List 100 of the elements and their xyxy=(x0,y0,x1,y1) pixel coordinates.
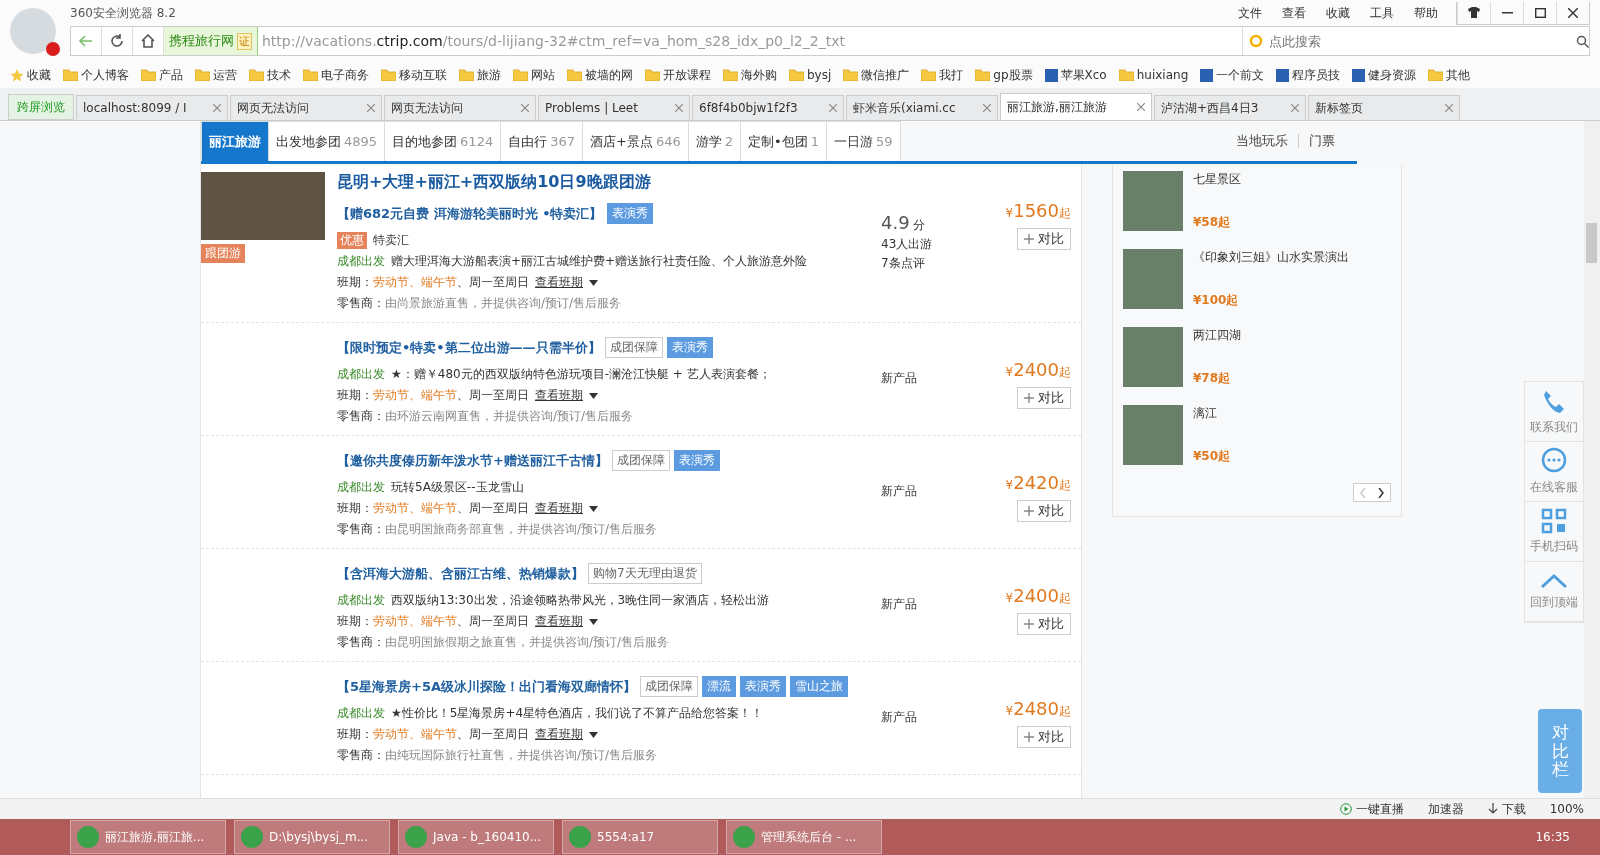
close-icon[interactable] xyxy=(1568,7,1578,18)
product-subtitle[interactable]: 【限时预定•特卖•第二位出游——只需半价】 xyxy=(337,338,601,357)
attraction-name[interactable]: 七星景区 xyxy=(1193,171,1241,188)
bookmark-item[interactable]: 电子商务 xyxy=(321,66,369,84)
caret-icon[interactable] xyxy=(589,618,598,625)
view-schedule-link[interactable]: 查看班期 xyxy=(535,387,583,404)
view-schedule-link[interactable]: 查看班期 xyxy=(535,274,583,291)
maximize-icon[interactable] xyxy=(1534,7,1546,18)
live-button[interactable]: 一键直播 xyxy=(1355,800,1404,818)
tickets-link[interactable]: 门票 xyxy=(1309,132,1335,150)
bookmark-item[interactable]: 个人博客 xyxy=(81,66,129,84)
bookmark-item[interactable]: 程序员技 xyxy=(1292,66,1341,84)
retailer-text: 零售商：由尚景旅游直售，并提供咨询/预订/售后服务 xyxy=(337,295,622,312)
side-tool-button[interactable]: 回到顶端 xyxy=(1525,562,1583,622)
scrollbar[interactable] xyxy=(1584,121,1600,798)
bookmark-item[interactable]: bysj xyxy=(807,68,832,82)
caret-icon[interactable] xyxy=(589,505,598,512)
url-field[interactable]: http://vacations.ctrip.com/tours/d-lijiang-32#ctm_ref=va_hom_s28_idx_p0_l2_2_txt xyxy=(258,33,1242,49)
view-schedule-link[interactable]: 查看班期 xyxy=(535,500,583,517)
bookmark-item[interactable]: 技术 xyxy=(267,66,291,84)
product-title[interactable]: 昆明+大理+丽江+西双版纳10日9晚跟团游 xyxy=(337,172,881,193)
shirt-icon[interactable] xyxy=(1468,7,1480,18)
promo-badge: 优惠 xyxy=(337,232,367,249)
product-subtitle[interactable]: 【含洱海大游船、含丽江古维、热销爆款】 xyxy=(337,564,584,583)
side-tool-button[interactable]: 在线客服 xyxy=(1525,442,1583,502)
bookmark-item[interactable]: 微信推广 xyxy=(861,66,910,84)
bookmark-item[interactable]: 健身资源 xyxy=(1368,66,1417,84)
category-tab[interactable]: 一日游 59 xyxy=(826,121,901,161)
product-subtitle[interactable]: 【邀你共度傣历新年泼水节+赠送丽江千古情】 xyxy=(337,451,608,470)
local-fun-link[interactable]: 当地玩乐 xyxy=(1236,132,1288,150)
minimize-icon[interactable] xyxy=(1501,11,1513,14)
caret-icon[interactable] xyxy=(589,279,598,286)
menu-item[interactable]: 查看 xyxy=(1282,4,1306,22)
compare-button[interactable]: 对比 xyxy=(1017,500,1071,522)
browser-tab[interactable]: 新标签页 xyxy=(1308,95,1460,120)
compare-button[interactable]: 对比 xyxy=(1017,228,1071,250)
bookmark-item[interactable]: 产品 xyxy=(159,66,183,84)
browser-tab[interactable]: 网页无法访问 xyxy=(230,95,382,120)
category-tab[interactable]: 出发地参团 4895 xyxy=(268,121,386,161)
plus-icon xyxy=(1024,619,1034,629)
site-icon xyxy=(1352,68,1366,82)
product-subtitle[interactable]: 【赠682元自费 洱海游轮美丽时光 •特卖汇】 xyxy=(337,204,603,223)
accelerator-button[interactable]: 加速器 xyxy=(1427,800,1464,818)
caret-icon[interactable] xyxy=(589,731,598,738)
side-tool-button[interactable]: 手机扫码 xyxy=(1525,502,1583,562)
download-button[interactable]: 下载 xyxy=(1501,800,1526,818)
side-tool-button[interactable]: 联系我们 xyxy=(1525,382,1583,442)
browser-tab[interactable]: 虾米音乐(xiami.cc xyxy=(846,95,998,120)
category-tab[interactable]: 游学 2 xyxy=(687,121,742,161)
bookmark-item[interactable]: 运营 xyxy=(213,66,237,84)
menu-item[interactable]: 帮助 xyxy=(1414,4,1438,22)
compare-button[interactable]: 对比 xyxy=(1017,387,1071,409)
category-tab[interactable]: 目的地参团 6124 xyxy=(384,121,502,161)
bookmark-item[interactable]: 一个前文 xyxy=(1216,66,1265,84)
view-schedule-link[interactable]: 查看班期 xyxy=(535,726,583,743)
bookmark-item[interactable]: gp股票 xyxy=(993,66,1033,84)
attraction-name[interactable]: 漓江 xyxy=(1193,405,1231,422)
folder-icon xyxy=(975,69,991,81)
bookmark-item[interactable]: 网站 xyxy=(531,66,555,84)
bookmark-item[interactable]: 收藏 xyxy=(27,66,51,84)
next-icon[interactable] xyxy=(1378,487,1384,498)
search-icon[interactable] xyxy=(1576,34,1589,48)
caret-icon[interactable] xyxy=(589,392,598,399)
menu-item[interactable]: 收藏 xyxy=(1326,4,1350,22)
browser-tab[interactable]: 6f8f4b0bjw1f2f3 xyxy=(692,95,844,120)
price: ¥2480起 xyxy=(1005,698,1071,720)
browser-tab[interactable]: 网页无法访问 xyxy=(384,95,536,120)
zoom-level[interactable]: 100% xyxy=(1549,802,1584,816)
view-schedule-link[interactable]: 查看班期 xyxy=(535,613,583,630)
category-tab[interactable]: 定制•包团 1 xyxy=(740,121,827,161)
site-identity[interactable]: 携程旅行网 证 xyxy=(164,27,258,55)
product-subtitle[interactable]: 【5星海景房+5A级冰川探险！出门看海双廊情怀】 xyxy=(337,677,637,696)
attraction-name[interactable]: 两江四湖 xyxy=(1193,327,1241,344)
bookmark-item[interactable]: huixiang xyxy=(1136,68,1189,82)
bookmark-item[interactable]: 海外购 xyxy=(741,66,777,84)
retailer-text: 零售商：由昆明国旅假期之旅直售，并提供咨询/预订/售后服务 xyxy=(337,634,670,651)
bookmark-item[interactable]: 移动互联 xyxy=(399,66,447,84)
browser-tab[interactable]: localhost:8099 / I xyxy=(76,95,228,120)
bookmark-item[interactable]: 我打 xyxy=(939,66,964,84)
menu-item[interactable]: 文件 xyxy=(1238,4,1262,22)
browser-tab[interactable]: 泸沽湖+西昌4日3 xyxy=(1154,95,1306,120)
bookmark-item[interactable]: 被墙的网 xyxy=(585,66,633,84)
category-tab[interactable]: 自由行 367 xyxy=(500,121,583,161)
compare-button[interactable]: 对比 xyxy=(1017,726,1071,748)
site-icon xyxy=(1200,68,1214,82)
menu-item[interactable]: 工具 xyxy=(1370,4,1394,22)
compare-button[interactable]: 对比 xyxy=(1017,613,1071,635)
bookmark-item[interactable]: 其他 xyxy=(1446,66,1471,84)
plus-icon xyxy=(1024,506,1034,516)
attraction-name[interactable]: 《印象刘三姐》山水实景演出 xyxy=(1193,249,1349,266)
browser-tab[interactable]: Problems | Leet xyxy=(538,95,690,120)
browser-tab[interactable]: 丽江旅游,丽江旅游 xyxy=(1000,93,1152,120)
category-tab[interactable]: 酒店+景点 646 xyxy=(582,121,689,161)
review-link[interactable]: 7条点评 xyxy=(881,255,991,272)
bookmark-item[interactable]: 旅游 xyxy=(477,66,501,84)
traveler-count: 43人出游 xyxy=(881,236,934,253)
category-tab[interactable]: 丽江旅游 xyxy=(201,121,269,161)
bookmark-item[interactable]: 开放课程 xyxy=(663,66,711,84)
search-field[interactable]: 点此搜索 xyxy=(1267,32,1572,50)
bookmark-item[interactable]: 苹果Xco xyxy=(1060,66,1107,84)
